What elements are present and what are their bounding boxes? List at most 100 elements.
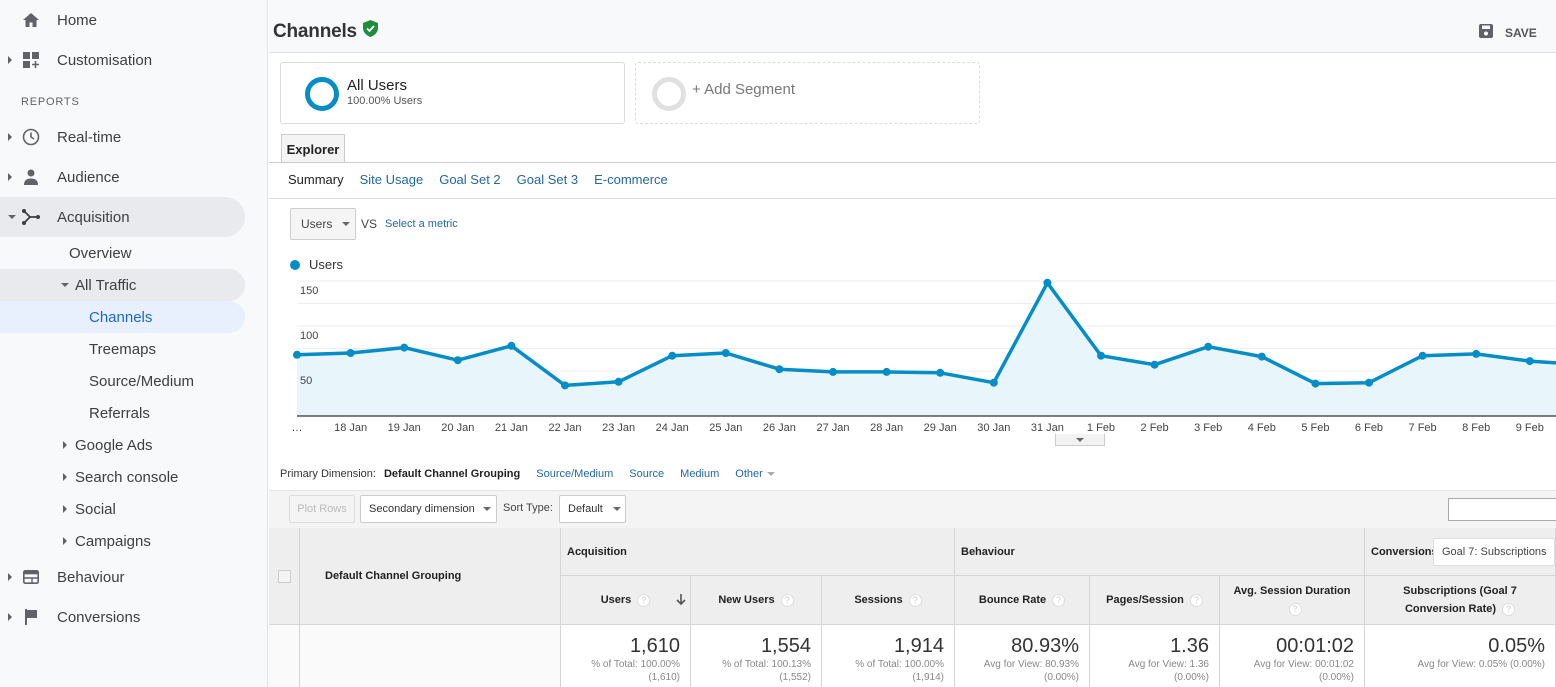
sidebar-item-home[interactable]: Home bbox=[0, 0, 245, 40]
data-point bbox=[882, 367, 891, 376]
caret-right-icon bbox=[8, 133, 12, 141]
help-icon[interactable]: ? bbox=[1052, 593, 1066, 607]
data-point bbox=[293, 350, 301, 359]
sidebar-item-audience[interactable]: Audience bbox=[0, 157, 245, 197]
subtab-goal-set-3[interactable]: Goal Set 3 bbox=[517, 172, 578, 187]
sidebar-item-customisation[interactable]: Customisation bbox=[0, 40, 245, 80]
y-tick-label: 50 bbox=[300, 375, 312, 387]
sidebar-item-social[interactable]: Social bbox=[0, 493, 245, 525]
segment-percentage: 100.00% Users bbox=[347, 95, 423, 107]
column-header-bounce-rate[interactable]: Bounce Rate? bbox=[955, 576, 1090, 625]
plot-rows-button[interactable]: Plot Rows bbox=[289, 495, 355, 523]
sidebar-item-source-medium[interactable]: Source/Medium bbox=[0, 365, 245, 397]
subtab-site-usage[interactable]: Site Usage bbox=[360, 172, 424, 187]
chart-collapse-handle[interactable] bbox=[1055, 434, 1105, 446]
dimension-column-header[interactable]: Default Channel Grouping bbox=[300, 528, 561, 625]
help-icon[interactable]: ? bbox=[637, 593, 651, 607]
column-header-label: Sessions bbox=[854, 594, 903, 606]
totals-cell-sessions: 1,914 % of Total: 100.00% (1,914) bbox=[822, 625, 955, 687]
segment-ring-icon bbox=[305, 77, 339, 111]
sort-type-dropdown[interactable]: Default bbox=[559, 495, 626, 523]
sidebar-item-search-console[interactable]: Search console bbox=[0, 461, 245, 493]
dimension-medium[interactable]: Medium bbox=[680, 468, 719, 480]
tab-explorer[interactable]: Explorer bbox=[281, 134, 345, 163]
secondary-dimension-dropdown[interactable]: Secondary dimension bbox=[360, 495, 497, 523]
data-point bbox=[400, 343, 409, 352]
group-label: Acquisition bbox=[567, 546, 627, 558]
sidebar-item-google-ads[interactable]: Google Ads bbox=[0, 429, 245, 461]
total-comparison: % of Total: 100.00% bbox=[855, 659, 944, 670]
sidebar-item-treemaps[interactable]: Treemaps bbox=[0, 333, 245, 365]
x-tick-label: 31 Jan bbox=[1031, 422, 1064, 434]
column-header-subscriptions-conversion-rate[interactable]: Subscriptions (Goal 7 Conversion Rate)? bbox=[1365, 576, 1556, 625]
totals-cell-users: 1,610 % of Total: 100.00% (1,610) bbox=[561, 625, 691, 687]
data-point bbox=[1097, 351, 1105, 360]
subtab-ecommerce[interactable]: E-commerce bbox=[594, 172, 668, 187]
flag-icon bbox=[22, 608, 40, 626]
select-all-checkbox[interactable] bbox=[278, 570, 291, 583]
sidebar-item-label: Customisation bbox=[57, 51, 153, 69]
sidebar-item-behaviour[interactable]: Behaviour bbox=[0, 557, 245, 597]
dimension-default-channel-grouping[interactable]: Default Channel Grouping bbox=[384, 468, 520, 480]
select-metric-link[interactable]: Select a metric bbox=[385, 218, 458, 230]
explorer-subtabs: Summary Site Usage Goal Set 2 Goal Set 3… bbox=[288, 172, 668, 187]
sort-type-label: Sort Type: bbox=[503, 502, 553, 514]
add-segment-button[interactable]: + Add Segment bbox=[635, 62, 980, 124]
total-comparison-detail: (0.00%) bbox=[1043, 672, 1079, 683]
subtab-goal-set-2[interactable]: Goal Set 2 bbox=[439, 172, 500, 187]
subtab-summary[interactable]: Summary bbox=[288, 172, 344, 187]
sidebar-item-conversions[interactable]: Conversions bbox=[0, 597, 245, 637]
column-header-avg-session-duration[interactable]: Avg. Session Duration? bbox=[1220, 576, 1365, 625]
users-line-chart: 50 100 150 … 18 Jan 19 Jan 20 Jan 21 Jan 22 Jan 2… bbox=[292, 278, 1556, 434]
column-header-pages-session[interactable]: Pages/Session? bbox=[1090, 576, 1220, 625]
column-header-label: Bounce Rate bbox=[978, 594, 1047, 606]
metric-dropdown[interactable]: Users bbox=[290, 208, 356, 240]
sidebar-item-referrals[interactable]: Referrals bbox=[0, 397, 245, 429]
totals-cell-subscriptions-conversion-rate: 0.05% Avg for View: 0.05% (0.00%) bbox=[1365, 625, 1556, 687]
help-icon[interactable]: ? bbox=[1502, 602, 1516, 616]
sidebar-item-campaigns[interactable]: Campaigns bbox=[0, 525, 245, 557]
save-button[interactable]: SAVE bbox=[1479, 24, 1537, 41]
dropdown-arrow-icon bbox=[766, 472, 775, 476]
sidebar-item-overview[interactable]: Overview bbox=[0, 237, 245, 269]
sidebar-item-all-traffic[interactable]: All Traffic bbox=[0, 269, 245, 301]
sidebar-item-acquisition[interactable]: Acquisition bbox=[0, 197, 245, 237]
dimension-source-medium[interactable]: Source/Medium bbox=[536, 468, 613, 480]
sidebar-item-realtime[interactable]: Real-time bbox=[0, 117, 245, 157]
dropdown-arrow-icon bbox=[482, 507, 491, 511]
column-header-label: Avg. Session Duration bbox=[1233, 585, 1351, 597]
caret-right-icon bbox=[8, 613, 12, 621]
page-title-text: Channels bbox=[273, 20, 357, 42]
caret-right-icon bbox=[8, 56, 12, 64]
column-header-sessions[interactable]: Sessions? bbox=[822, 576, 955, 625]
x-tick-label: 5 Feb bbox=[1301, 422, 1329, 434]
series-area bbox=[297, 282, 1556, 416]
goal-dropdown[interactable]: Goal 7: Subscriptions bbox=[1433, 538, 1555, 566]
column-header-users[interactable]: Users? bbox=[561, 576, 691, 625]
help-icon[interactable]: ? bbox=[1189, 593, 1203, 607]
group-header-conversions: Conversions Goal 7: Subscriptions bbox=[1365, 528, 1556, 576]
primary-dimension-bar: Primary Dimension: Default Channel Group… bbox=[280, 468, 775, 480]
behaviour-icon bbox=[22, 568, 40, 586]
column-header-text: Subscriptions (Goal 7 Conversion Rate)? bbox=[1373, 582, 1547, 618]
totals-cell-bounce-rate: 80.93% Avg for View: 80.93% (0.00%) bbox=[955, 625, 1090, 687]
data-point bbox=[829, 367, 837, 376]
sidebar-item-label: Overview bbox=[69, 244, 132, 262]
help-icon[interactable]: ? bbox=[908, 593, 922, 607]
dimension-source[interactable]: Source bbox=[629, 468, 664, 480]
dimension-other[interactable]: Other bbox=[735, 468, 775, 480]
column-header-text: Sessions? bbox=[854, 591, 922, 609]
data-point bbox=[1204, 342, 1213, 351]
help-icon[interactable]: ? bbox=[1288, 602, 1302, 616]
sidebar-item-channels[interactable]: Channels bbox=[0, 301, 245, 333]
help-icon[interactable]: ? bbox=[780, 593, 794, 607]
segment-all-users[interactable]: All Users 100.00% Users bbox=[280, 62, 625, 124]
table-search-input[interactable] bbox=[1448, 498, 1556, 521]
column-header-new-users[interactable]: New Users? bbox=[691, 576, 822, 625]
x-tick-label: 4 Feb bbox=[1248, 422, 1276, 434]
page-header: Channels SAVE bbox=[269, 0, 1556, 53]
column-header-text: Bounce Rate? bbox=[978, 591, 1066, 609]
sidebar-item-label: Channels bbox=[89, 308, 153, 326]
data-point bbox=[721, 349, 730, 357]
sort-descending-icon[interactable] bbox=[676, 594, 686, 612]
